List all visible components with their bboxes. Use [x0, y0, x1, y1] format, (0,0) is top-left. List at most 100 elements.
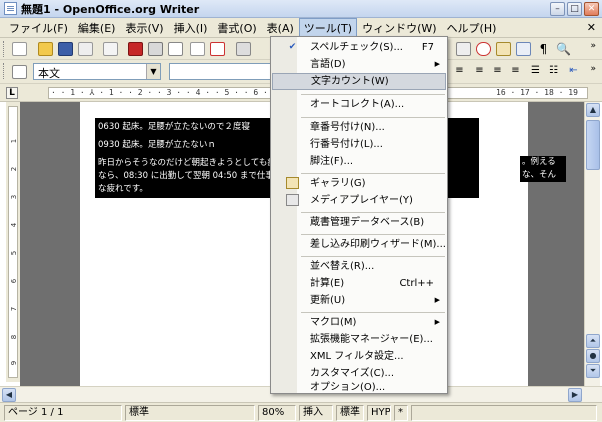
- vertical-ruler[interactable]: 1 2 3 4 5 6 7 8 9: [6, 102, 20, 382]
- menu-insert[interactable]: 挿入(I): [169, 18, 213, 38]
- menu-tools[interactable]: ツール(T): [298, 17, 358, 38]
- edit-file-icon[interactable]: [103, 42, 118, 56]
- hyphenation-indicator[interactable]: HYP: [367, 405, 391, 421]
- print-preview-icon[interactable]: [168, 42, 183, 56]
- menu-item-update[interactable]: 更新(U) ▶: [272, 292, 446, 309]
- cut-icon[interactable]: [236, 42, 251, 56]
- menu-item-calculate[interactable]: 計算(E) Ctrl++: [272, 275, 446, 292]
- export-pdf-icon[interactable]: [128, 42, 143, 56]
- menu-item-mail-merge-wizard[interactable]: 差し込み印刷ウィザード(M)...: [272, 236, 446, 253]
- menu-item-footnotes[interactable]: 脚注(F)...: [272, 153, 446, 170]
- align-right-icon[interactable]: ≡: [490, 65, 505, 79]
- minimize-button[interactable]: –: [550, 2, 565, 16]
- font-name-select[interactable]: [169, 63, 274, 80]
- decrease-indent-icon[interactable]: ⇤: [566, 65, 581, 79]
- navigator-icon[interactable]: [476, 42, 491, 56]
- menu-separator: [301, 117, 445, 118]
- gallery-icon[interactable]: [496, 42, 511, 56]
- menu-item-spellcheck[interactable]: ✔ スペルチェック(S)... F7: [272, 39, 446, 56]
- insert-mode[interactable]: 挿入: [299, 405, 333, 421]
- maximize-button[interactable]: □: [567, 2, 582, 16]
- ruler-tick: 2: [10, 166, 18, 172]
- menu-item-extension-manager[interactable]: 拡張機能マネージャー(E)...: [272, 331, 446, 348]
- align-center-icon[interactable]: ≡: [472, 65, 487, 79]
- datasources-icon[interactable]: [516, 42, 531, 56]
- new-document-icon[interactable]: [12, 42, 27, 56]
- menu-item-xml-filter-settings[interactable]: XML フィルタ設定...: [272, 348, 446, 365]
- next-page-icon[interactable]: ⏷: [586, 364, 600, 378]
- menu-help[interactable]: ヘルプ(H): [442, 18, 502, 38]
- scroll-right-icon[interactable]: ▶: [568, 388, 582, 402]
- tab-stop-selector[interactable]: L: [6, 87, 18, 99]
- menu-file[interactable]: ファイル(F): [4, 18, 73, 38]
- styles-formatting-icon[interactable]: [12, 65, 27, 79]
- menu-table[interactable]: 表(A): [262, 18, 299, 38]
- menu-item-line-numbering[interactable]: 行番号付け(L)...: [272, 136, 446, 153]
- document-close-icon[interactable]: ✕: [587, 21, 596, 34]
- previous-page-icon[interactable]: ⏶: [586, 334, 600, 348]
- ruler-tick: 6: [10, 278, 18, 284]
- email-icon[interactable]: [78, 42, 93, 56]
- scroll-up-icon[interactable]: ▲: [586, 103, 600, 117]
- formatting-marks-icon[interactable]: ¶: [536, 42, 551, 56]
- gallery-icon: [286, 177, 299, 189]
- zoom-level[interactable]: 80%: [258, 405, 296, 421]
- toolbar-grip[interactable]: [3, 41, 6, 57]
- align-left-icon[interactable]: ≡: [452, 65, 467, 79]
- menu-window[interactable]: ウィンドウ(W): [357, 18, 441, 38]
- menu-separator: [301, 212, 445, 213]
- vertical-scrollbar[interactable]: ▲ ⏶ ● ⏷: [584, 102, 600, 386]
- open-folder-icon[interactable]: [38, 42, 53, 56]
- find-replace-icon[interactable]: [456, 42, 471, 56]
- toolbar-grip[interactable]: [3, 63, 6, 79]
- text-line-continuation: 。例える な、そん: [520, 156, 566, 182]
- status-info: [411, 405, 597, 421]
- save-icon[interactable]: [58, 42, 73, 56]
- paragraph-style-select[interactable]: 本文 ▼: [33, 63, 161, 80]
- submenu-arrow-icon: ▶: [434, 318, 440, 326]
- bullets-icon[interactable]: ☷: [546, 65, 561, 79]
- menu-item-customize[interactable]: カスタマイズ(C)...: [272, 365, 446, 382]
- tools-menu: ✔ スペルチェック(S)... F7 言語(D) ▶ 文字カウント(W) オート…: [270, 36, 448, 394]
- menu-bar: ファイル(F) 編集(E) 表示(V) 挿入(I) 書式(O) 表(A) ツール…: [0, 17, 602, 38]
- selection-mode[interactable]: 標準: [336, 405, 364, 421]
- toolbar-overflow-icon[interactable]: »: [590, 41, 596, 51]
- text-fragment: な、そん: [522, 170, 557, 180]
- toolbar-overflow-icon[interactable]: »: [590, 64, 596, 74]
- spellcheck-icon[interactable]: [190, 42, 205, 56]
- autospellcheck-icon[interactable]: [210, 42, 225, 56]
- menu-edit[interactable]: 編集(E): [73, 18, 121, 38]
- numbering-icon[interactable]: ☰: [528, 65, 543, 79]
- navigation-icon[interactable]: ●: [586, 349, 600, 363]
- document-modified-indicator: *: [394, 405, 408, 421]
- title-bar: 無題1 - OpenOffice.org Writer – □ ✕: [0, 0, 602, 18]
- ruler-tick: 7: [10, 306, 18, 312]
- menu-separator: [301, 256, 445, 257]
- menu-item-media-player[interactable]: メディアプレイヤー(Y): [272, 192, 446, 209]
- submenu-arrow-icon: ▶: [434, 296, 440, 304]
- menu-item-bibliography-database[interactable]: 蔵書管理データベース(B): [272, 214, 446, 231]
- align-justify-icon[interactable]: ≡: [508, 65, 523, 79]
- menu-item-options[interactable]: オプション(O)...: [272, 382, 446, 394]
- menu-item-macros[interactable]: マクロ(M) ▶: [272, 314, 446, 331]
- menu-item-chapter-numbering[interactable]: 章番号付け(N)...: [272, 119, 446, 136]
- menu-item-autocorrect[interactable]: オートコレクト(A)...: [272, 96, 446, 113]
- scroll-thumb[interactable]: [586, 120, 600, 170]
- menu-item-gallery[interactable]: ギャラリ(G): [272, 175, 446, 192]
- menu-separator: [301, 234, 445, 235]
- menu-item-language[interactable]: 言語(D) ▶: [272, 56, 446, 73]
- ruler-tick: 3: [10, 194, 18, 200]
- zoom-icon[interactable]: 🔍: [556, 42, 571, 56]
- menu-view[interactable]: 表示(V): [120, 18, 168, 38]
- page-style[interactable]: 標準: [125, 405, 255, 421]
- menu-format[interactable]: 書式(O): [212, 18, 261, 38]
- menu-separator: [301, 94, 445, 95]
- ruler-tick: 4: [10, 222, 18, 228]
- print-icon[interactable]: [148, 42, 163, 56]
- page-indicator[interactable]: ページ 1 / 1: [4, 405, 122, 421]
- menu-item-sort[interactable]: 並べ替え(R)...: [272, 258, 446, 275]
- chevron-down-icon[interactable]: ▼: [146, 64, 160, 79]
- close-button[interactable]: ✕: [584, 2, 599, 16]
- menu-item-word-count[interactable]: 文字カウント(W): [272, 73, 446, 90]
- scroll-left-icon[interactable]: ◀: [2, 388, 16, 402]
